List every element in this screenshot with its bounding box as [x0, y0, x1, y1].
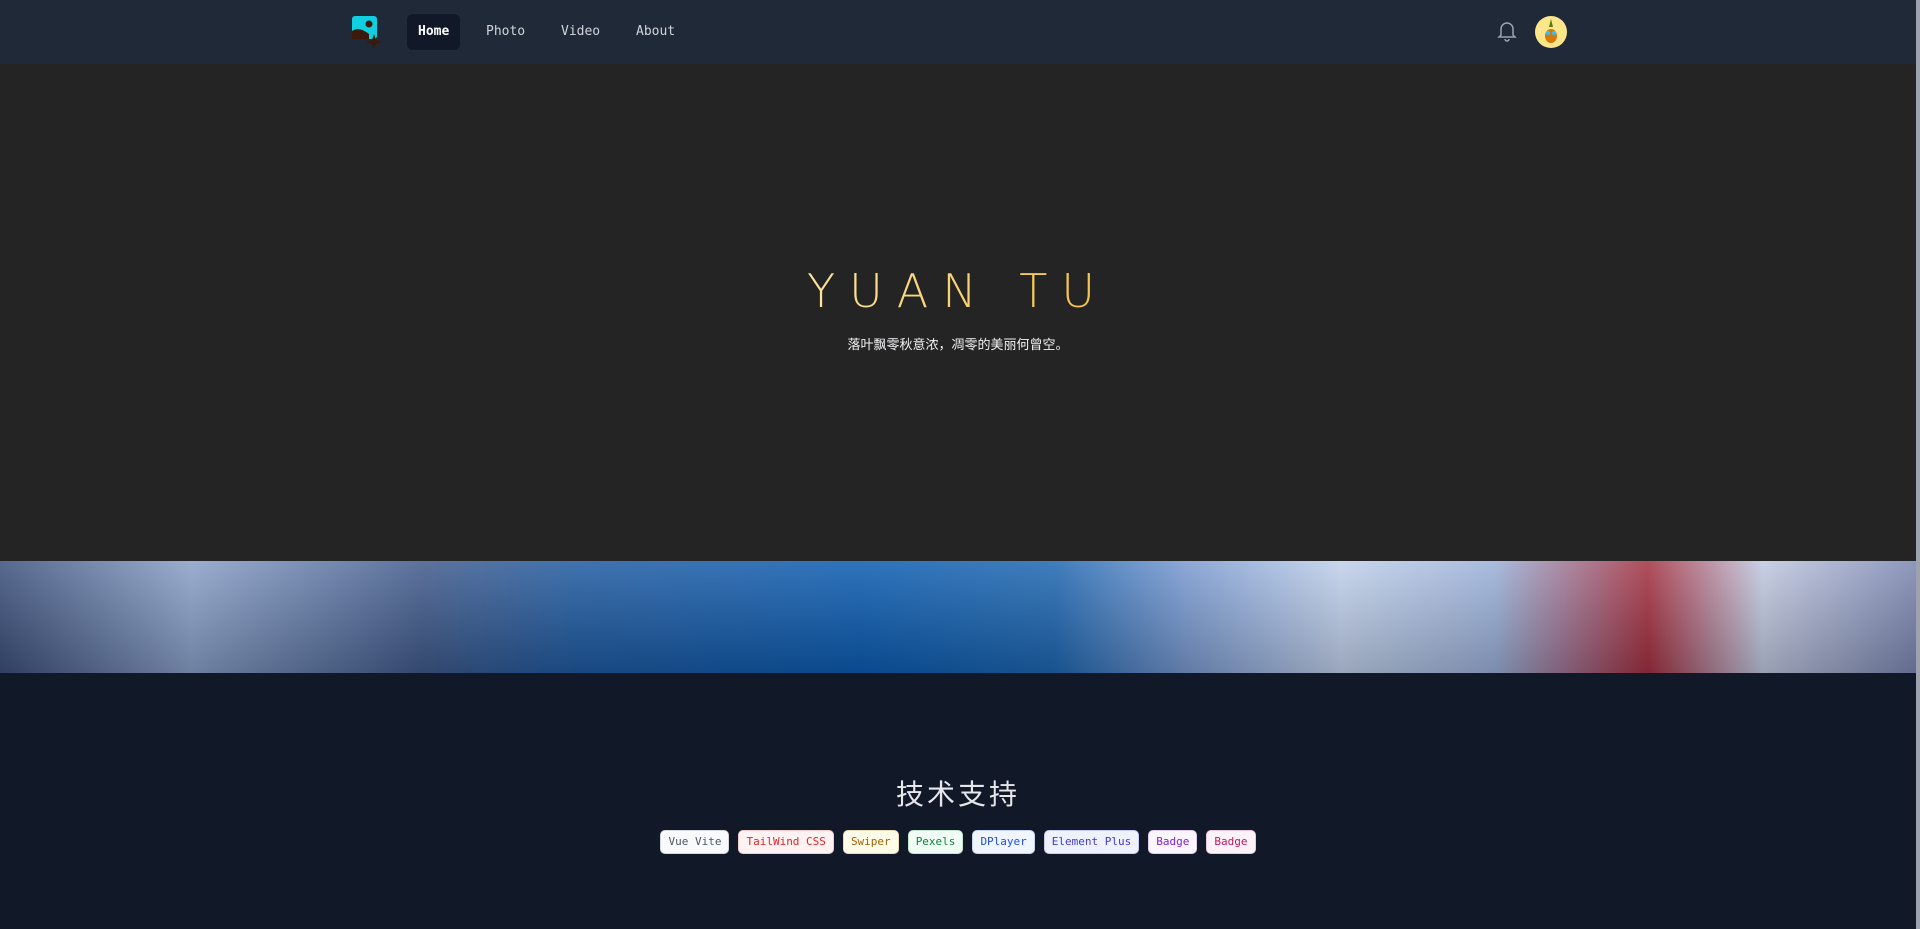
scrollbar[interactable]: [1916, 0, 1920, 929]
tech-badge: TailWind CSS: [738, 830, 834, 854]
tech-badge: Badge: [1148, 830, 1198, 854]
landscape-banner-image: [0, 561, 1916, 673]
tech-support-title: 技术支持: [895, 778, 1020, 811]
tech-badge: DPlayer: [972, 830, 1035, 854]
tech-badge: Vue Vite: [660, 830, 730, 854]
nav-photo[interactable]: Photo: [475, 14, 536, 50]
tech-badge: Badge: [1206, 830, 1256, 854]
pineapple-avatar-icon: [1545, 19, 1557, 43]
bell-icon[interactable]: [1497, 20, 1517, 42]
user-avatar[interactable]: [1535, 16, 1567, 48]
hero-subtitle: 落叶飘零秋意浓，凋零的美丽何曾空。: [847, 338, 1069, 353]
tech-badges: Vue Vite TailWind CSS Swiper Pexels DPlayer E…: [0, 830, 1916, 854]
nav-home[interactable]: Home: [407, 14, 461, 50]
tech-support-section: 技术支持 Vue Vite TailWind CSS Swiper Pexels DPl…: [0, 673, 1916, 929]
tech-badge: Pexels: [907, 830, 964, 854]
hero-title: YUAN TU: [806, 264, 1110, 318]
tech-badge: Swiper: [842, 830, 899, 854]
logo-icon[interactable]: [351, 16, 383, 48]
tech-badge: Element Plus: [1043, 830, 1140, 854]
hero-section: YUAN TU 落叶飘零秋意浓，凋零的美丽何曾空。: [0, 64, 1916, 561]
nav-about[interactable]: About: [625, 14, 686, 50]
nav-video[interactable]: Video: [550, 14, 611, 50]
top-navbar: Home Photo Video About: [0, 0, 1916, 64]
